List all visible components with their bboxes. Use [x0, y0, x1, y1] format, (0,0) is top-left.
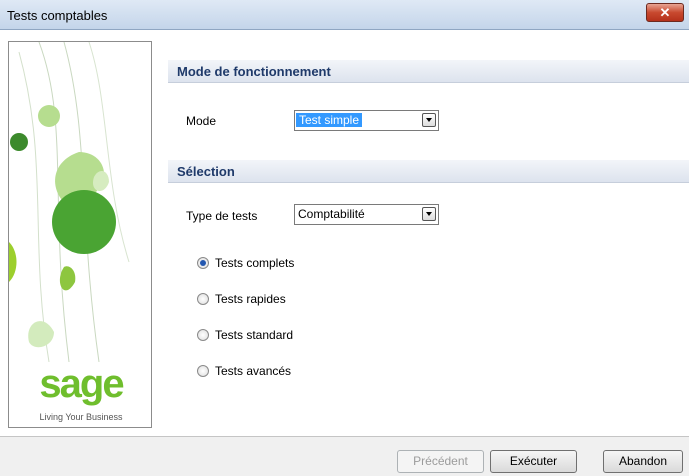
section-header-mode: Mode de fonctionnement	[168, 60, 689, 83]
mode-label: Mode	[186, 114, 217, 128]
close-button[interactable]: ✕	[646, 3, 684, 22]
radio-label: Tests complets	[215, 256, 295, 270]
window-title: Tests comptables	[7, 8, 108, 23]
chevron-down-icon[interactable]	[422, 207, 436, 221]
execute-button[interactable]: Exécuter	[490, 450, 577, 473]
mode-select-value: Test simple	[296, 113, 363, 127]
sage-side-panel: sage Living Your Business	[8, 41, 152, 428]
radio-button[interactable]	[197, 329, 209, 341]
section-title-mode: Mode de fonctionnement	[177, 64, 331, 79]
sage-logo: sage	[39, 362, 124, 406]
radio-button[interactable]	[197, 293, 209, 305]
radio-button[interactable]	[197, 257, 209, 269]
section-title-selection: Sélection	[177, 164, 235, 179]
mode-select[interactable]: Test simple	[294, 110, 439, 131]
radio-label: Tests rapides	[215, 292, 286, 306]
title-bar: Tests comptables ✕	[0, 0, 689, 30]
button-bar: Précédent Exécuter Abandon	[0, 436, 689, 476]
previous-button[interactable]: Précédent	[397, 450, 484, 473]
close-icon: ✕	[659, 5, 671, 20]
dialog-body: sage Living Your Business Mode de foncti…	[0, 30, 689, 476]
test-type-label: Type de tests	[186, 209, 258, 223]
radio-button[interactable]	[197, 365, 209, 377]
abort-button[interactable]: Abandon	[603, 450, 683, 473]
sage-tagline: Living Your Business	[39, 412, 123, 422]
decorative-leaves-graphic	[9, 42, 130, 362]
test-type-select[interactable]: Comptabilité	[294, 204, 439, 225]
chevron-down-icon[interactable]	[422, 113, 436, 127]
test-type-select-value: Comptabilité	[298, 207, 365, 221]
radio-label: Tests standard	[215, 328, 294, 342]
radio-label: Tests avancés	[215, 364, 292, 378]
section-header-selection: Sélection	[168, 160, 689, 183]
